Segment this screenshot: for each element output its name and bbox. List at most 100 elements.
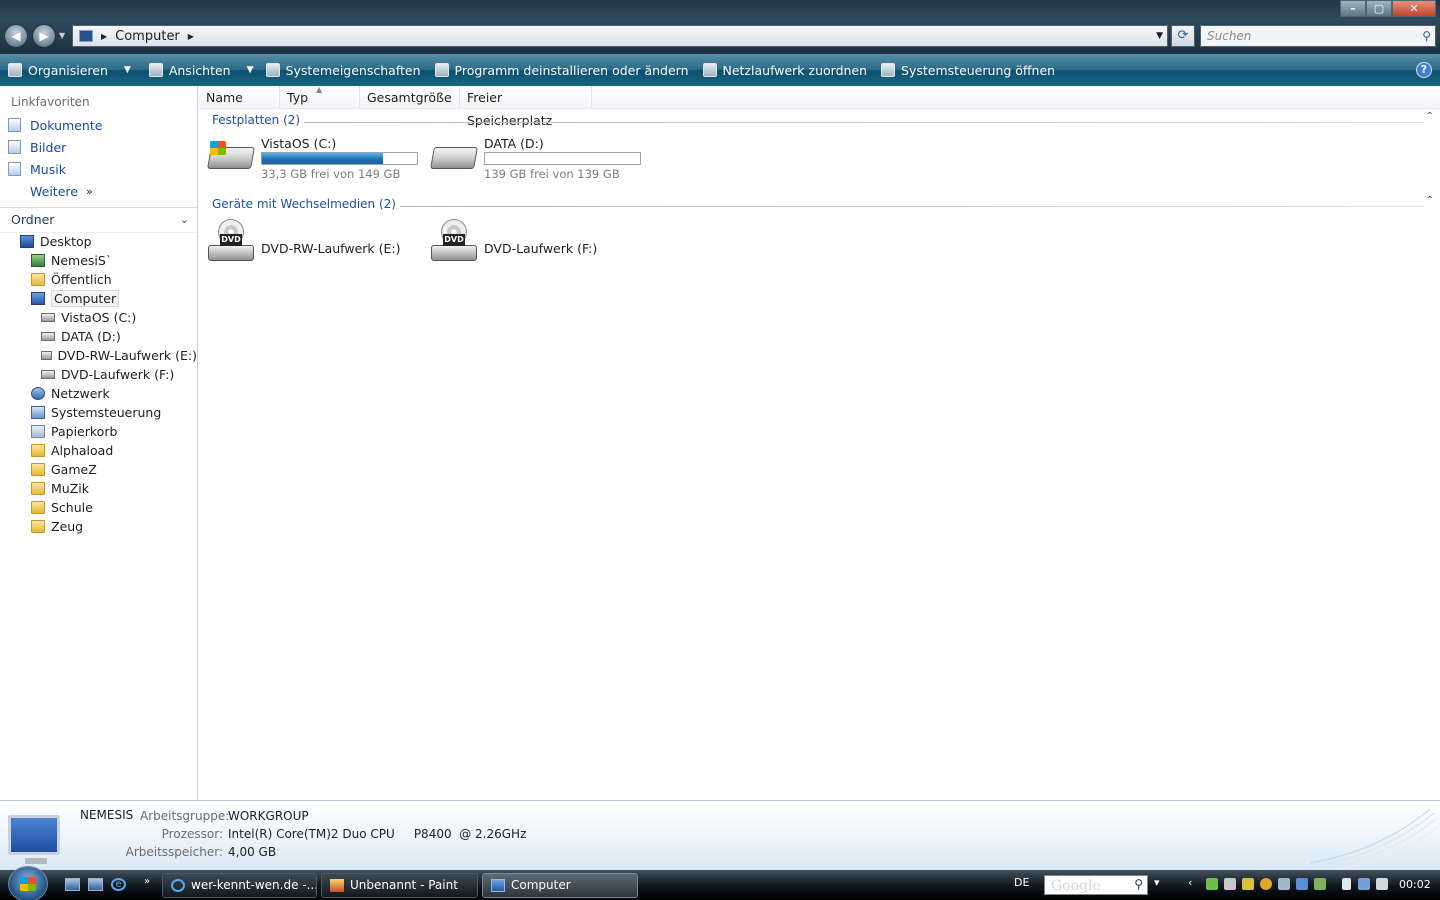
column-total-size[interactable]: Gesamtgröße [360,86,460,108]
google-search-box[interactable]: Google ⚲ [1044,875,1148,895]
favorite-music[interactable]: Musik [0,158,197,180]
tree-item-desktop[interactable]: Desktop [0,232,197,251]
search-input[interactable]: Suchen ⚲ [1200,25,1436,47]
tree-item-user[interactable]: NemesiS` [0,251,197,270]
group-removable-devices[interactable]: Geräte mit Wechselmedien (2) ⌃ [199,195,1440,215]
tree-item-computer[interactable]: Computer [0,289,197,308]
folder-icon [31,463,45,476]
tree-item-network[interactable]: Netzwerk [0,384,197,403]
back-button[interactable]: ◀ [4,24,28,48]
chevron-down-icon: ▼ [123,65,131,75]
clock[interactable]: 00:02 [1399,878,1431,891]
volume-icon[interactable] [1376,878,1388,890]
tree-item-drive-e[interactable]: DVD-RW-Laufwerk (E:) [0,346,197,365]
history-dropdown-icon[interactable]: ▼ [59,31,65,40]
favorite-pictures[interactable]: Bilder [0,136,197,158]
tree-item-control-panel[interactable]: Systemsteuerung [0,403,197,422]
tree-item-label: Netzwerk [51,386,110,401]
breadcrumb-separator-icon[interactable]: ▶ [188,32,194,41]
tray-app-icon[interactable] [1260,878,1272,890]
workgroup-label: Arbeitsgruppe: [140,809,230,823]
hard-drive-icon [430,147,478,169]
uninstall-program-button[interactable]: Programm deinstallieren oder ändern [434,63,689,78]
tray-app-icon[interactable] [1314,878,1326,890]
navigation-pane: Linkfavoriten Dokumente Bilder Musik Wei… [0,86,198,800]
tray-app-icon[interactable] [1278,878,1290,890]
open-control-panel-button[interactable]: Systemsteuerung öffnen [881,63,1055,78]
breadcrumb-separator-icon[interactable]: ▶ [101,32,107,41]
column-name[interactable]: Name [199,86,280,108]
column-free-space[interactable]: Freier Speicherplatz [460,86,592,128]
address-dropdown-icon[interactable]: ▼ [1156,31,1163,41]
dvd-drive-icon [41,370,55,379]
system-properties-button[interactable]: Systemeigenschaften [265,63,421,78]
refresh-button[interactable]: ⟳ [1171,25,1195,47]
drive-free-space: 33,3 GB frei von 149 GB [261,167,401,181]
tree-item-recycle-bin[interactable]: Papierkorb [0,422,197,441]
network-status-icon[interactable] [1358,878,1370,890]
internet-explorer-icon[interactable]: e [111,878,126,891]
collapse-icon[interactable]: ⌃ [1426,111,1434,122]
collapse-icon[interactable]: ⌃ [1426,195,1434,206]
drive-item-c[interactable]: VistaOS (C:) 33,3 GB frei von 149 GB [199,131,419,191]
views-button[interactable]: Ansichten ▼ [148,63,254,78]
task-computer[interactable]: Computer [482,873,638,898]
tree-item-alphaload[interactable]: Alphaload [0,441,197,460]
chevron-down-icon[interactable]: ▾ [1154,876,1160,889]
tree-item-schule[interactable]: Schule [0,498,197,517]
organize-button[interactable]: Organisieren ▼ [8,63,131,78]
drive-item-f[interactable]: DVD DVD-Laufwerk (F:) [422,219,642,279]
favorites-more-link[interactable]: Weitere » [0,180,197,202]
battery-icon[interactable] [1342,878,1351,890]
processor-value: Intel(R) Core(TM)2 Duo CPU P8400 @ 2.26G… [228,827,527,841]
breadcrumb-computer[interactable]: Computer [115,29,180,44]
task-browser[interactable]: wer-kennt-wen.de -... [162,873,317,898]
tree-item-drive-f[interactable]: DVD-Laufwerk (F:) [0,365,197,384]
start-button[interactable] [8,866,48,900]
folder-icon [31,501,45,514]
address-bar[interactable]: ▶ Computer ▶ ▼ [72,25,1168,47]
tray-app-icon[interactable] [1206,878,1218,890]
help-icon[interactable]: ? [1416,62,1432,78]
tray-app-icon[interactable] [1224,878,1236,890]
tree-item-label: Öffentlich [51,272,112,287]
minimize-button[interactable]: – [1340,0,1366,17]
map-network-drive-button[interactable]: Netzlaufwerk zuordnen [702,63,867,78]
switch-windows-icon[interactable] [88,878,103,891]
tree-item-label: MuZik [51,481,89,496]
close-button[interactable]: ✕ [1392,0,1436,17]
drive-free-space: 139 GB frei von 139 GB [484,167,620,181]
tree-item-label: Schule [51,500,93,515]
chevron-down-icon: ⌄ [179,213,189,226]
drive-usage-bar [261,152,418,165]
dvd-badge: DVD [443,234,465,246]
tray-app-icon[interactable] [1242,878,1254,890]
maximize-button[interactable]: ▢ [1366,0,1392,17]
search-icon[interactable]: ⚲ [1134,877,1143,891]
search-icon[interactable]: ⚲ [1422,26,1431,46]
group-hard-disks[interactable]: Festplatten (2) ⌃ [199,111,1440,131]
tree-item-zeug[interactable]: Zeug [0,517,197,536]
quick-launch-more[interactable]: » [144,876,150,887]
tree-item-muzik[interactable]: MuZik [0,479,197,498]
drive-item-e[interactable]: DVD DVD-RW-Laufwerk (E:) [199,219,419,279]
task-paint[interactable]: Unbenannt - Paint [321,873,478,898]
tree-item-public[interactable]: Öffentlich [0,270,197,289]
tray-app-icon[interactable] [1296,878,1308,890]
folders-header[interactable]: Ordner ⌄ [0,207,197,233]
tree-item-drive-d[interactable]: DATA (D:) [0,327,197,346]
forward-button[interactable]: ▶ [32,24,56,48]
memory-value: 4,00 GB [228,845,277,859]
windows-logo-icon [20,877,36,891]
language-indicator[interactable]: DE [1014,876,1029,889]
favorite-documents[interactable]: Dokumente [0,114,197,136]
chevron-left-icon[interactable]: ‹ [1188,876,1192,889]
show-desktop-icon[interactable] [65,878,80,891]
drive-item-d[interactable]: DATA (D:) 139 GB frei von 139 GB [422,131,642,191]
chevron-down-icon[interactable]: ▼ [247,65,254,75]
group-title: Geräte mit Wechselmedien (2) [212,197,400,211]
tree-item-gamez[interactable]: GameZ [0,460,197,479]
tree-item-drive-c[interactable]: VistaOS (C:) [0,308,197,327]
views-icon [148,63,163,77]
column-type[interactable]: ▲ Typ [280,85,360,108]
